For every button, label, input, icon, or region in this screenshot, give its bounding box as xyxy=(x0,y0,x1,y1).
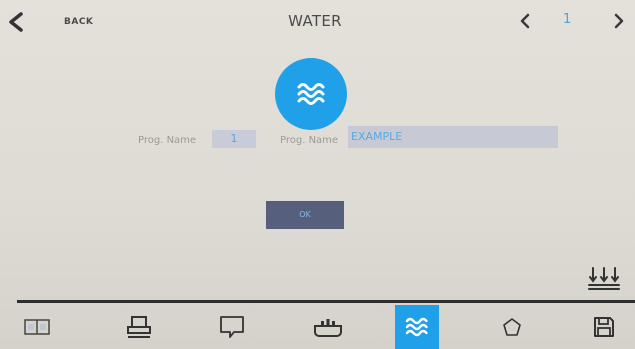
nav-book-button[interactable] xyxy=(15,305,59,349)
page-title: WATER xyxy=(288,12,342,30)
program-number-field[interactable]: 1 xyxy=(212,130,256,148)
back-button[interactable]: BACK xyxy=(6,8,116,36)
bottom-navigation xyxy=(0,303,635,349)
previous-page-button[interactable] xyxy=(517,12,533,30)
program-name-label: Prog. Name xyxy=(280,135,339,146)
nav-tray-button[interactable] xyxy=(117,305,161,349)
save-icon xyxy=(594,317,614,337)
back-label: BACK xyxy=(64,17,94,27)
water-waves-icon xyxy=(297,83,325,105)
nav-pentagon-button[interactable] xyxy=(490,305,534,349)
pentagon-icon xyxy=(503,318,521,336)
chat-icon xyxy=(220,316,244,338)
tray-icon xyxy=(127,316,151,338)
water-mode-icon xyxy=(275,58,347,130)
nav-water-button[interactable] xyxy=(395,305,439,349)
program-name-field[interactable]: EXAMPLE xyxy=(348,126,558,148)
ok-button[interactable]: OK xyxy=(266,201,344,229)
steam-pan-icon xyxy=(314,319,342,337)
drain-icon[interactable] xyxy=(587,265,621,291)
water-icon xyxy=(405,317,428,337)
next-page-button[interactable] xyxy=(611,12,627,30)
page-number: 1 xyxy=(563,12,572,27)
nav-chat-button[interactable] xyxy=(210,305,254,349)
chevron-left-icon xyxy=(9,12,23,32)
book-icon xyxy=(24,319,50,335)
nav-steam-pan-button[interactable] xyxy=(306,305,350,349)
screen: BACK WATER 1 Prog. Name 1 Prog. Name EXA… xyxy=(0,0,635,349)
program-number-label: Prog. Name xyxy=(138,135,197,146)
nav-save-button[interactable] xyxy=(582,305,626,349)
top-bar: BACK WATER 1 xyxy=(0,0,635,44)
